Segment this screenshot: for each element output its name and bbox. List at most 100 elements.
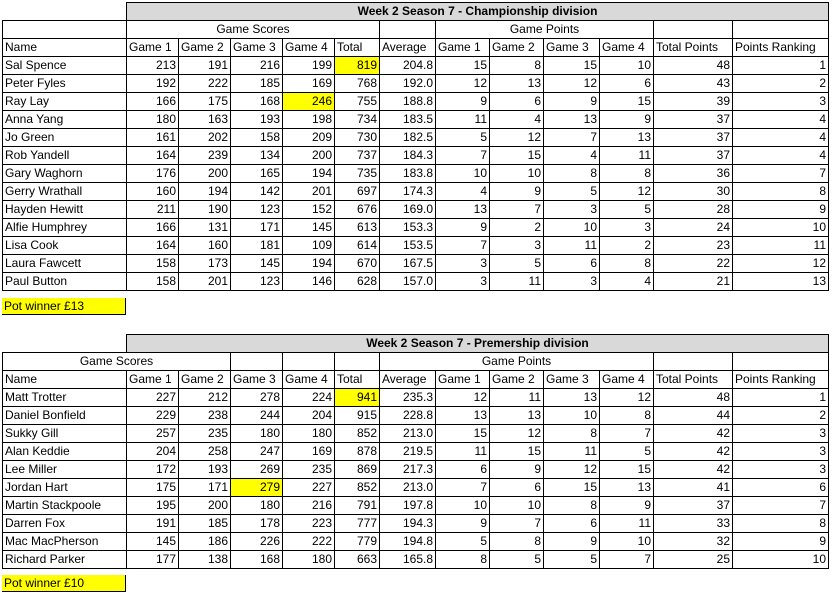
- tp-cell: 44: [653, 406, 733, 425]
- p2-cell: 6: [489, 478, 544, 497]
- p1-cell: 3: [435, 272, 490, 291]
- game3-points-header: Game 3: [543, 370, 600, 389]
- p1-cell: 13: [435, 406, 490, 425]
- player-name: Daniel Bonfield: [2, 406, 127, 425]
- p2-cell: 3: [489, 236, 544, 255]
- p1-cell: 11: [435, 442, 490, 461]
- g1-cell: 192: [126, 74, 179, 93]
- rank-cell: 1: [732, 56, 829, 75]
- total-cell: 730: [334, 128, 380, 147]
- name-header: Name: [2, 38, 127, 57]
- p3-cell: 3: [543, 200, 600, 219]
- g3-cell: 181: [230, 236, 283, 255]
- g1-cell: 195: [126, 496, 179, 515]
- rank-cell: 4: [732, 110, 829, 129]
- game4-score-header: Game 4: [282, 370, 335, 389]
- table-row: Lisa Cook 164 160 181 109 614 153.5 7 3 11 2 23 11: [2, 236, 829, 255]
- game4-points-header: Game 4: [599, 38, 654, 57]
- tp-cell: 23: [653, 236, 733, 255]
- rank-cell: 9: [732, 532, 829, 551]
- total-cell: 676: [334, 200, 380, 219]
- g3-cell: 123: [230, 272, 283, 291]
- g2-cell: 238: [178, 406, 231, 425]
- p1-cell: 9: [435, 218, 490, 237]
- name-header: Name: [2, 370, 127, 389]
- p2-cell: 5: [489, 550, 544, 569]
- empty-cell: [334, 352, 380, 371]
- g4-cell: 209: [282, 128, 335, 147]
- game3-points-header: Game 3: [543, 38, 600, 57]
- g2-cell: 194: [178, 182, 231, 201]
- p2-cell: 8: [489, 56, 544, 75]
- table-row: Daniel Bonfield 229 238 244 204 915 228.8 13 13 1…: [2, 406, 829, 425]
- p4-cell: 12: [599, 182, 654, 201]
- p3-cell: 12: [543, 74, 600, 93]
- p2-cell: 15: [489, 146, 544, 165]
- pot-winner-championship: Pot winner £13: [2, 298, 126, 315]
- g3-cell: 279: [230, 478, 283, 497]
- player-name: Richard Parker: [2, 550, 127, 569]
- table-row: Laura Fawcett 158 173 145 194 670 167.5 3 5 6 8 22 1…: [2, 254, 829, 273]
- g4-cell: 200: [282, 146, 335, 165]
- player-name: Darren Fox: [2, 514, 127, 533]
- game1-points-header: Game 1: [435, 370, 490, 389]
- tp-cell: 25: [653, 550, 733, 569]
- tp-cell: 39: [653, 92, 733, 111]
- avg-cell: 182.5: [379, 128, 436, 147]
- game2-score-header: Game 2: [178, 370, 231, 389]
- p1-cell: 7: [435, 146, 490, 165]
- total-cell: 614: [334, 236, 380, 255]
- game1-score-header: Game 1: [126, 370, 179, 389]
- g3-cell: 278: [230, 388, 283, 407]
- total-points-header: Total Points: [653, 370, 733, 389]
- p3-cell: 8: [543, 424, 600, 443]
- avg-cell: 235.3: [379, 388, 436, 407]
- g1-cell: 176: [126, 164, 179, 183]
- table-row: Alan Keddie 204 258 247 169 878 219.5 11 15 11 5 42…: [2, 442, 829, 461]
- empty-cell: [653, 20, 733, 39]
- g1-cell: 172: [126, 460, 179, 479]
- g4-cell: 146: [282, 272, 335, 291]
- g2-cell: 201: [178, 272, 231, 291]
- p4-cell: 4: [599, 272, 654, 291]
- p4-cell: 8: [599, 406, 654, 425]
- empty-cell: [732, 20, 829, 39]
- empty-cell: [230, 352, 283, 371]
- p1-cell: 7: [435, 478, 490, 497]
- tp-cell: 37: [653, 110, 733, 129]
- table-row: Hayden Hewitt 211 190 123 152 676 169.0 13 7 3 5 28…: [2, 200, 829, 219]
- p4-cell: 8: [599, 164, 654, 183]
- p2-cell: 15: [489, 442, 544, 461]
- rank-cell: 13: [732, 272, 829, 291]
- g4-cell: 194: [282, 254, 335, 273]
- p4-cell: 15: [599, 460, 654, 479]
- g2-cell: 175: [178, 92, 231, 111]
- rank-cell: 2: [732, 74, 829, 93]
- p3-cell: 3: [543, 272, 600, 291]
- premiership-table: Week 2 Season 7 - Premership division Ga…: [2, 334, 829, 569]
- g3-cell: 216: [230, 56, 283, 75]
- p1-cell: 7: [435, 236, 490, 255]
- g4-cell: 194: [282, 164, 335, 183]
- premiership-title: Week 2 Season 7 - Premership division: [126, 334, 829, 353]
- player-name: Laura Fawcett: [2, 254, 127, 273]
- game1-score-header: Game 1: [126, 38, 179, 57]
- total-cell: 941: [334, 388, 380, 407]
- points-ranking-header: Points Ranking: [732, 38, 829, 57]
- g1-cell: 175: [126, 478, 179, 497]
- avg-cell: 213.0: [379, 478, 436, 497]
- p3-cell: 4: [543, 146, 600, 165]
- p1-cell: 9: [435, 92, 490, 111]
- player-name: Peter Fyles: [2, 74, 127, 93]
- g3-cell: 269: [230, 460, 283, 479]
- g3-cell: 244: [230, 406, 283, 425]
- p1-cell: 12: [435, 74, 490, 93]
- g2-cell: 190: [178, 200, 231, 219]
- player-name: Ray Lay: [2, 92, 127, 111]
- g3-cell: 134: [230, 146, 283, 165]
- g2-cell: 185: [178, 514, 231, 533]
- g1-cell: 180: [126, 110, 179, 129]
- p3-cell: 6: [543, 254, 600, 273]
- empty-cell: [282, 352, 335, 371]
- rank-cell: 8: [732, 182, 829, 201]
